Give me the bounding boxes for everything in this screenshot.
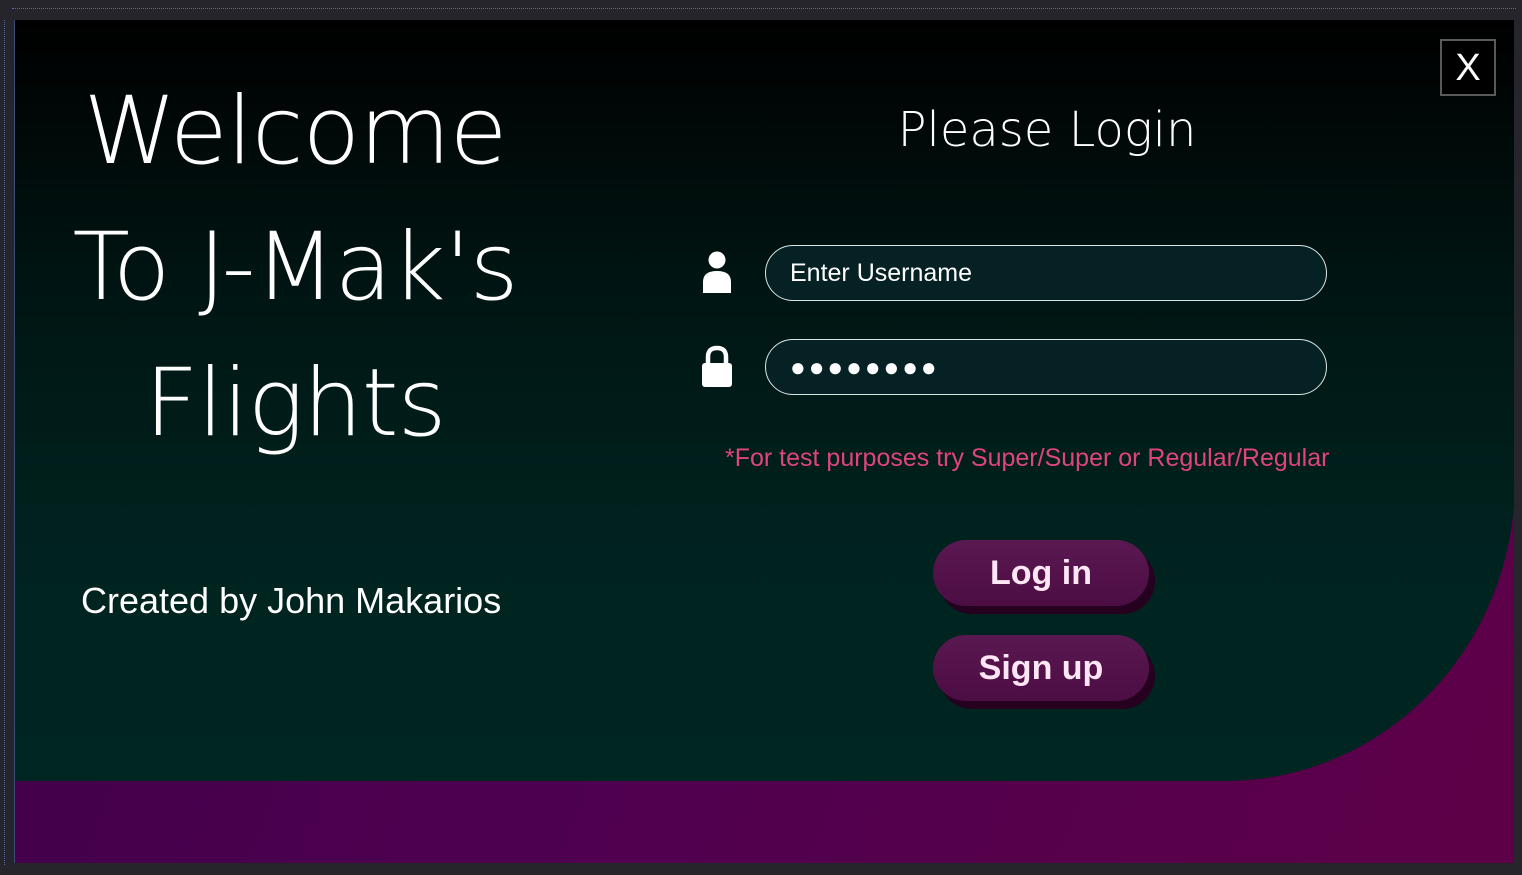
signup-button[interactable]: Sign up	[933, 635, 1149, 701]
login-window: Welcome To J-Mak's Flights Created by Jo…	[14, 20, 1514, 863]
username-input[interactable]	[765, 245, 1327, 301]
login-title: Please Login	[897, 102, 1197, 158]
test-credentials-note: *For test purposes try Super/Super or Re…	[725, 444, 1330, 472]
welcome-line-1: Welcome	[83, 77, 508, 186]
welcome-line-3: Flights	[144, 349, 446, 458]
close-button[interactable]: X	[1440, 39, 1496, 96]
user-icon	[699, 250, 735, 294]
welcome-line-2: To J-Mak's	[72, 213, 518, 322]
designer-frame: Welcome To J-Mak's Flights Created by Jo…	[0, 0, 1522, 875]
password-input[interactable]	[765, 339, 1327, 395]
top-guide-line	[12, 8, 1516, 9]
lock-icon	[699, 344, 735, 388]
login-button[interactable]: Log in	[933, 540, 1149, 606]
credit-text: Created by John Makarios	[81, 580, 502, 621]
left-guide-line	[4, 20, 5, 865]
welcome-heading: Welcome To J-Mak's Flights	[35, 64, 555, 472]
